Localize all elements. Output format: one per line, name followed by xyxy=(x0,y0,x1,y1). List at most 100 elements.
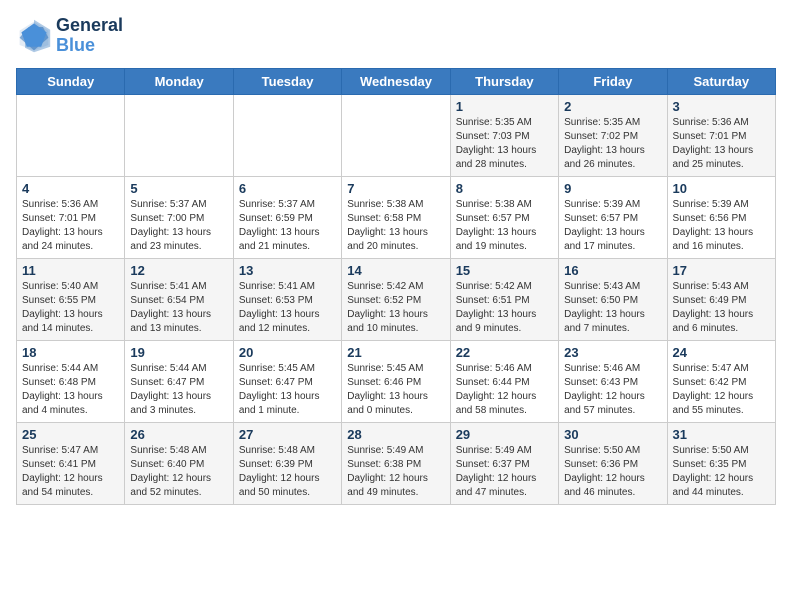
day-info: Sunrise: 5:50 AM Sunset: 6:35 PM Dayligh… xyxy=(673,444,770,500)
calendar-cell: 1Sunrise: 5:35 AM Sunset: 7:03 PM Daylig… xyxy=(450,94,558,176)
day-number: 11 xyxy=(22,263,119,278)
day-info: Sunrise: 5:36 AM Sunset: 7:01 PM Dayligh… xyxy=(22,198,119,254)
calendar-cell: 13 Sunrise: 5:41 AM Sunset: 6:53 PM Dayli… xyxy=(233,258,341,340)
day-number: 9 xyxy=(564,181,661,196)
day-header-saturday: Saturday xyxy=(667,68,775,94)
day-number: 25 xyxy=(22,427,119,442)
day-header-friday: Friday xyxy=(559,68,667,94)
calendar-cell: 16 Sunrise: 5:43 AM Sunset: 6:50 PM Dayli… xyxy=(559,258,667,340)
day-info: Sunrise: 5:46 AM Sunset: 6:43 PM Dayligh… xyxy=(564,362,661,418)
calendar-cell xyxy=(342,94,450,176)
day-info: Sunrise: 5:41 AM Sunset: 6:53 PM Dayligh… xyxy=(239,280,336,336)
calendar-cell: 26 Sunrise: 5:48 AM Sunset: 6:40 PM Dayli… xyxy=(125,422,233,504)
day-info: Sunrise: 5:38 AM Sunset: 6:57 PM Dayligh… xyxy=(456,198,553,254)
day-number: 2 xyxy=(564,99,661,114)
day-info: Sunrise: 5:38 AM Sunset: 6:58 PM Dayligh… xyxy=(347,198,444,254)
day-number: 17 xyxy=(673,263,770,278)
calendar-cell xyxy=(233,94,341,176)
day-number: 7 xyxy=(347,181,444,196)
calendar-cell: 21 Sunrise: 5:45 AM Sunset: 6:46 PM Dayli… xyxy=(342,340,450,422)
day-number: 24 xyxy=(673,345,770,360)
day-info: Sunrise: 5:49 AM Sunset: 6:37 PM Dayligh… xyxy=(456,444,553,500)
day-info: Sunrise: 5:45 AM Sunset: 6:46 PM Dayligh… xyxy=(347,362,444,418)
day-number: 19 xyxy=(130,345,227,360)
logo-icon xyxy=(16,18,52,54)
day-number: 13 xyxy=(239,263,336,278)
calendar-week-4: 18 Sunrise: 5:44 AM Sunset: 6:48 PM Dayli… xyxy=(17,340,776,422)
day-number: 4 xyxy=(22,181,119,196)
calendar-cell xyxy=(17,94,125,176)
page-header: General Blue xyxy=(16,16,776,56)
day-number: 29 xyxy=(456,427,553,442)
calendar-cell: 10 Sunrise: 5:39 AM Sunset: 6:56 PM Dayli… xyxy=(667,176,775,258)
day-info: Sunrise: 5:44 AM Sunset: 6:48 PM Dayligh… xyxy=(22,362,119,418)
day-info: Sunrise: 5:35 AM Sunset: 7:03 PM Dayligh… xyxy=(456,116,553,172)
day-info: Sunrise: 5:41 AM Sunset: 6:54 PM Dayligh… xyxy=(130,280,227,336)
day-number: 14 xyxy=(347,263,444,278)
calendar-cell: 31 Sunrise: 5:50 AM Sunset: 6:35 PM Dayli… xyxy=(667,422,775,504)
logo-text: General Blue xyxy=(56,16,123,56)
day-number: 3 xyxy=(673,99,770,114)
day-info: Sunrise: 5:40 AM Sunset: 6:55 PM Dayligh… xyxy=(22,280,119,336)
calendar-cell: 4 Sunrise: 5:36 AM Sunset: 7:01 PM Daylig… xyxy=(17,176,125,258)
day-number: 21 xyxy=(347,345,444,360)
day-header-sunday: Sunday xyxy=(17,68,125,94)
day-number: 6 xyxy=(239,181,336,196)
day-number: 16 xyxy=(564,263,661,278)
calendar-cell: 5 Sunrise: 5:37 AM Sunset: 7:00 PM Daylig… xyxy=(125,176,233,258)
logo: General Blue xyxy=(16,16,123,56)
calendar-cell: 20 Sunrise: 5:45 AM Sunset: 6:47 PM Dayli… xyxy=(233,340,341,422)
calendar-cell: 29 Sunrise: 5:49 AM Sunset: 6:37 PM Dayli… xyxy=(450,422,558,504)
day-info: Sunrise: 5:39 AM Sunset: 6:57 PM Dayligh… xyxy=(564,198,661,254)
day-number: 22 xyxy=(456,345,553,360)
calendar-table: SundayMondayTuesdayWednesdayThursdayFrid… xyxy=(16,68,776,505)
day-header-thursday: Thursday xyxy=(450,68,558,94)
day-info: Sunrise: 5:39 AM Sunset: 6:56 PM Dayligh… xyxy=(673,198,770,254)
day-info: Sunrise: 5:42 AM Sunset: 6:52 PM Dayligh… xyxy=(347,280,444,336)
day-number: 26 xyxy=(130,427,227,442)
day-number: 31 xyxy=(673,427,770,442)
calendar-cell: 9 Sunrise: 5:39 AM Sunset: 6:57 PM Daylig… xyxy=(559,176,667,258)
day-header-wednesday: Wednesday xyxy=(342,68,450,94)
day-info: Sunrise: 5:43 AM Sunset: 6:50 PM Dayligh… xyxy=(564,280,661,336)
day-info: Sunrise: 5:42 AM Sunset: 6:51 PM Dayligh… xyxy=(456,280,553,336)
day-number: 30 xyxy=(564,427,661,442)
calendar-week-2: 4 Sunrise: 5:36 AM Sunset: 7:01 PM Daylig… xyxy=(17,176,776,258)
calendar-cell: 23 Sunrise: 5:46 AM Sunset: 6:43 PM Dayli… xyxy=(559,340,667,422)
calendar-cell: 22 Sunrise: 5:46 AM Sunset: 6:44 PM Dayli… xyxy=(450,340,558,422)
calendar-body: 1Sunrise: 5:35 AM Sunset: 7:03 PM Daylig… xyxy=(17,94,776,504)
day-number: 15 xyxy=(456,263,553,278)
calendar-cell xyxy=(125,94,233,176)
calendar-cell: 2Sunrise: 5:35 AM Sunset: 7:02 PM Daylig… xyxy=(559,94,667,176)
day-info: Sunrise: 5:45 AM Sunset: 6:47 PM Dayligh… xyxy=(239,362,336,418)
calendar-week-1: 1Sunrise: 5:35 AM Sunset: 7:03 PM Daylig… xyxy=(17,94,776,176)
day-number: 12 xyxy=(130,263,227,278)
day-info: Sunrise: 5:37 AM Sunset: 7:00 PM Dayligh… xyxy=(130,198,227,254)
day-info: Sunrise: 5:47 AM Sunset: 6:41 PM Dayligh… xyxy=(22,444,119,500)
calendar-cell: 30Sunrise: 5:50 AM Sunset: 6:36 PM Dayli… xyxy=(559,422,667,504)
day-number: 5 xyxy=(130,181,227,196)
day-info: Sunrise: 5:46 AM Sunset: 6:44 PM Dayligh… xyxy=(456,362,553,418)
day-number: 23 xyxy=(564,345,661,360)
day-number: 27 xyxy=(239,427,336,442)
day-number: 28 xyxy=(347,427,444,442)
calendar-cell: 15 Sunrise: 5:42 AM Sunset: 6:51 PM Dayli… xyxy=(450,258,558,340)
day-info: Sunrise: 5:48 AM Sunset: 6:39 PM Dayligh… xyxy=(239,444,336,500)
day-header-tuesday: Tuesday xyxy=(233,68,341,94)
day-info: Sunrise: 5:36 AM Sunset: 7:01 PM Dayligh… xyxy=(673,116,770,172)
day-number: 18 xyxy=(22,345,119,360)
calendar-cell: 17 Sunrise: 5:43 AM Sunset: 6:49 PM Dayli… xyxy=(667,258,775,340)
day-info: Sunrise: 5:43 AM Sunset: 6:49 PM Dayligh… xyxy=(673,280,770,336)
day-number: 10 xyxy=(673,181,770,196)
calendar-cell: 27 Sunrise: 5:48 AM Sunset: 6:39 PM Dayli… xyxy=(233,422,341,504)
day-info: Sunrise: 5:44 AM Sunset: 6:47 PM Dayligh… xyxy=(130,362,227,418)
day-number: 8 xyxy=(456,181,553,196)
calendar-cell: 24Sunrise: 5:47 AM Sunset: 6:42 PM Dayli… xyxy=(667,340,775,422)
day-info: Sunrise: 5:48 AM Sunset: 6:40 PM Dayligh… xyxy=(130,444,227,500)
calendar-cell: 8 Sunrise: 5:38 AM Sunset: 6:57 PM Daylig… xyxy=(450,176,558,258)
day-number: 20 xyxy=(239,345,336,360)
calendar-cell: 11 Sunrise: 5:40 AM Sunset: 6:55 PM Dayli… xyxy=(17,258,125,340)
day-header-monday: Monday xyxy=(125,68,233,94)
calendar-cell: 7 Sunrise: 5:38 AM Sunset: 6:58 PM Daylig… xyxy=(342,176,450,258)
calendar-cell: 28Sunrise: 5:49 AM Sunset: 6:38 PM Dayli… xyxy=(342,422,450,504)
